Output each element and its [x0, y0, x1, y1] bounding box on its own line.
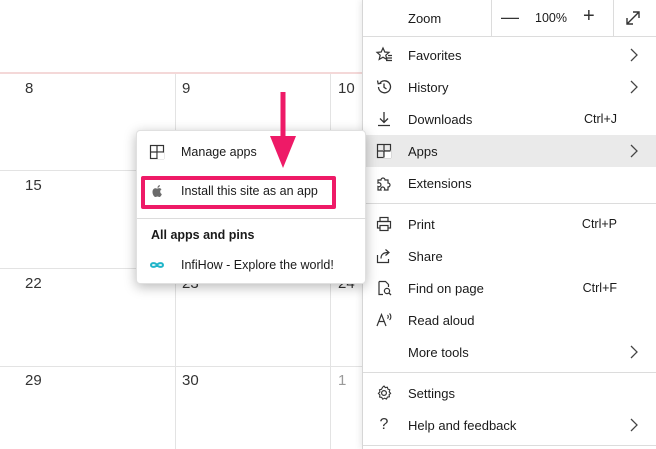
- zoom-row: Zoom — 100% +: [363, 0, 656, 36]
- menu-item-shortcut: Ctrl+F: [582, 281, 617, 295]
- menu-item-history[interactable]: History: [363, 71, 656, 103]
- calendar-row-divider: [0, 366, 362, 367]
- menu-item-downloads[interactable]: Downloads Ctrl+J: [363, 103, 656, 135]
- menu-item-label: Share: [408, 249, 443, 264]
- menu-item-help-and-feedback[interactable]: ? Help and feedback: [363, 409, 656, 441]
- manage-apps-item[interactable]: Manage apps: [137, 136, 367, 168]
- fullscreen-icon[interactable]: [623, 8, 643, 28]
- calendar-day[interactable]: 30: [182, 372, 199, 389]
- menu-separator: [363, 36, 656, 37]
- menu-item-shortcut: Ctrl+P: [581, 217, 617, 231]
- calendar-day[interactable]: 29: [25, 372, 42, 389]
- menu-item-label: Settings: [408, 386, 455, 401]
- gear-icon: [375, 384, 393, 402]
- menu-separator: [363, 445, 656, 446]
- menu-item-settings[interactable]: Settings: [363, 377, 656, 409]
- menu-item-read-aloud[interactable]: Read aloud: [363, 304, 656, 336]
- zoom-divider: [491, 0, 492, 36]
- zoom-out-button[interactable]: —: [501, 8, 519, 26]
- calendar-day[interactable]: 8: [25, 80, 33, 97]
- menu-item-label: Help and feedback: [408, 418, 517, 433]
- calendar-day[interactable]: 1: [338, 372, 346, 389]
- chevron-right-icon: [630, 345, 638, 359]
- calendar-today-line: [0, 72, 362, 74]
- menu-item-favorites[interactable]: Favorites: [363, 39, 656, 71]
- menu-item-shortcut: Ctrl+J: [584, 112, 617, 126]
- menu-item-more-tools[interactable]: More tools: [363, 336, 656, 368]
- favorites-icon: [375, 46, 393, 64]
- submenu-separator: [137, 218, 367, 219]
- menu-separator: [363, 372, 656, 373]
- chevron-right-icon: [630, 48, 638, 62]
- app-item-label: InfiHow - Explore the world!: [181, 258, 334, 272]
- calendar-day[interactable]: 10: [338, 80, 355, 97]
- zoom-divider: [613, 0, 614, 36]
- menu-item-label: Read aloud: [408, 313, 475, 328]
- menu-item-apps[interactable]: Apps: [363, 135, 656, 167]
- calendar-day[interactable]: 9: [182, 80, 190, 97]
- chevron-right-icon: [630, 418, 638, 432]
- menu-item-find-on-page[interactable]: Find on page Ctrl+F: [363, 272, 656, 304]
- extensions-icon: [375, 174, 393, 192]
- find-icon: [375, 279, 393, 297]
- app-item-infihow[interactable]: InfiHow - Explore the world!: [137, 249, 367, 281]
- chevron-right-icon: [630, 80, 638, 94]
- menu-item-extensions[interactable]: Extensions: [363, 167, 656, 199]
- zoom-label: Zoom: [408, 11, 442, 26]
- share-icon: [375, 247, 393, 265]
- apps-submenu: Manage apps Install this site as an app …: [136, 130, 367, 284]
- all-apps-heading: All apps and pins: [151, 228, 255, 242]
- highlight-box: [141, 176, 336, 209]
- apps-icon: [375, 142, 393, 160]
- calendar-day[interactable]: 15: [25, 177, 42, 194]
- menu-item-print[interactable]: Print Ctrl+P: [363, 208, 656, 240]
- chevron-right-icon: [630, 144, 638, 158]
- zoom-level: 100%: [535, 11, 567, 25]
- menu-item-share[interactable]: Share: [363, 240, 656, 272]
- read-aloud-icon: [375, 311, 393, 329]
- menu-item-label: Downloads: [408, 112, 473, 127]
- print-icon: [375, 215, 393, 233]
- menu-item-label: Print: [408, 217, 435, 232]
- infihow-logo-icon: [149, 262, 165, 268]
- menu-item-label: History: [408, 80, 449, 95]
- menu-item-label: Favorites: [408, 48, 462, 63]
- apps-icon: [149, 144, 165, 160]
- help-icon: ?: [379, 416, 389, 433]
- browser-settings-menu: Zoom — 100% + Favorites History Download…: [362, 0, 656, 449]
- history-icon: [375, 78, 393, 96]
- download-icon: [375, 110, 393, 128]
- annotation-arrow: [270, 92, 296, 168]
- manage-apps-label: Manage apps: [181, 145, 257, 159]
- menu-item-label: Find on page: [408, 281, 484, 296]
- menu-item-label: Extensions: [408, 176, 472, 191]
- calendar-day[interactable]: 22: [25, 275, 42, 292]
- zoom-in-button[interactable]: +: [583, 6, 595, 26]
- menu-item-label: Apps: [408, 144, 438, 159]
- menu-separator: [363, 203, 656, 204]
- menu-item-label: More tools: [408, 345, 469, 360]
